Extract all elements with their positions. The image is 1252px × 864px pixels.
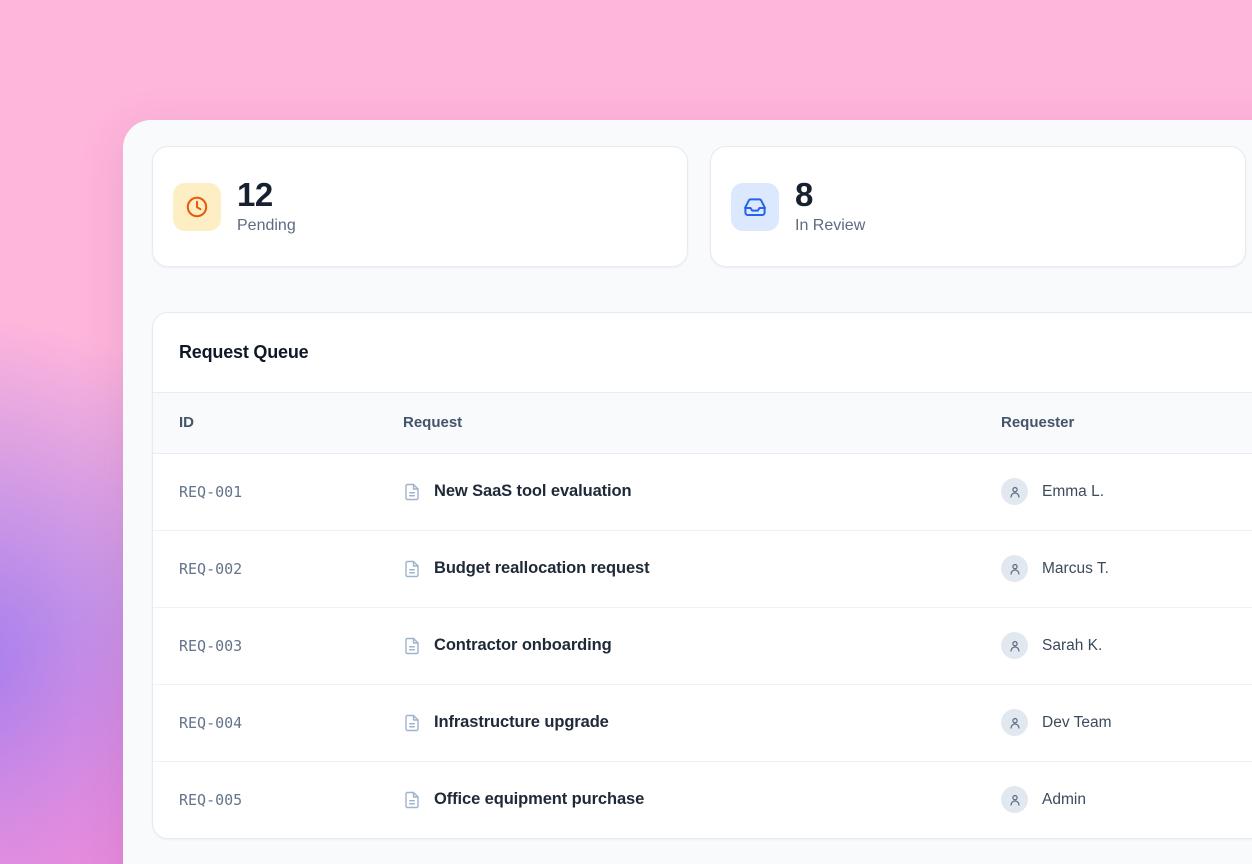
request-queue-title: Request Queue xyxy=(153,313,1252,393)
dashboard-panel: 12 Pending 8 In Review Request Queue xyxy=(123,120,1252,864)
table-row[interactable]: REQ-003 Contractor onboarding Sarah K. xyxy=(153,607,1252,684)
avatar xyxy=(1001,555,1028,582)
request-id: REQ-004 xyxy=(153,684,403,761)
requester-cell: Emma L. xyxy=(1001,478,1252,505)
request-queue-card: Request Queue ID Request Requester REQ-0… xyxy=(152,312,1252,839)
table-row[interactable]: REQ-005 Office equipment purchase Admin xyxy=(153,761,1252,838)
requester-name: Admin xyxy=(1042,791,1086,809)
stat-text: 8 In Review xyxy=(795,178,865,236)
requester-name: Dev Team xyxy=(1042,714,1112,732)
request-title: Infrastructure upgrade xyxy=(434,713,609,732)
panel-content: 12 Pending 8 In Review Request Queue xyxy=(123,120,1252,864)
request-title-cell: Office equipment purchase xyxy=(403,790,1001,809)
request-title-cell: New SaaS tool evaluation xyxy=(403,482,1001,501)
requester-cell: Admin xyxy=(1001,786,1252,813)
clock-icon xyxy=(173,183,221,231)
column-header-id: ID xyxy=(153,393,403,453)
request-title: New SaaS tool evaluation xyxy=(434,482,632,501)
request-title: Contractor onboarding xyxy=(434,636,612,655)
stat-text: 12 Pending xyxy=(237,178,296,236)
requester-cell: Marcus T. xyxy=(1001,555,1252,582)
avatar xyxy=(1001,478,1028,505)
document-icon xyxy=(403,560,421,578)
document-icon xyxy=(403,637,421,655)
request-title-cell: Budget reallocation request xyxy=(403,559,1001,578)
requester-name: Sarah K. xyxy=(1042,637,1102,655)
request-id: REQ-002 xyxy=(153,530,403,607)
request-id: REQ-005 xyxy=(153,761,403,838)
request-queue-table: ID Request Requester REQ-001 New SaaS to… xyxy=(153,393,1252,838)
requester-cell: Sarah K. xyxy=(1001,632,1252,659)
document-icon xyxy=(403,791,421,809)
column-header-request: Request xyxy=(403,393,1001,453)
stat-card-in-review: 8 In Review xyxy=(710,146,1246,267)
requester-cell: Dev Team xyxy=(1001,709,1252,736)
table-header-row: ID Request Requester xyxy=(153,393,1252,453)
requester-name: Marcus T. xyxy=(1042,560,1109,578)
column-header-requester: Requester xyxy=(1001,393,1252,453)
document-icon xyxy=(403,483,421,501)
document-icon xyxy=(403,714,421,732)
requester-name: Emma L. xyxy=(1042,483,1104,501)
request-id: REQ-003 xyxy=(153,607,403,684)
request-title-cell: Contractor onboarding xyxy=(403,636,1001,655)
request-id: REQ-001 xyxy=(153,453,403,530)
table-row[interactable]: REQ-004 Infrastructure upgrade Dev Team xyxy=(153,684,1252,761)
stat-label-pending: Pending xyxy=(237,217,296,235)
stats-row: 12 Pending 8 In Review xyxy=(152,146,1252,267)
table-row[interactable]: REQ-001 New SaaS tool evaluation Emma L. xyxy=(153,453,1252,530)
inbox-icon xyxy=(731,183,779,231)
avatar xyxy=(1001,632,1028,659)
request-title: Office equipment purchase xyxy=(434,790,644,809)
stat-label-in-review: In Review xyxy=(795,217,865,235)
request-title: Budget reallocation request xyxy=(434,559,650,578)
stat-value-pending: 12 xyxy=(237,178,296,213)
request-title-cell: Infrastructure upgrade xyxy=(403,713,1001,732)
stat-card-pending: 12 Pending xyxy=(152,146,688,267)
avatar xyxy=(1001,786,1028,813)
table-row[interactable]: REQ-002 Budget reallocation request Marc… xyxy=(153,530,1252,607)
avatar xyxy=(1001,709,1028,736)
stat-value-in-review: 8 xyxy=(795,178,865,213)
